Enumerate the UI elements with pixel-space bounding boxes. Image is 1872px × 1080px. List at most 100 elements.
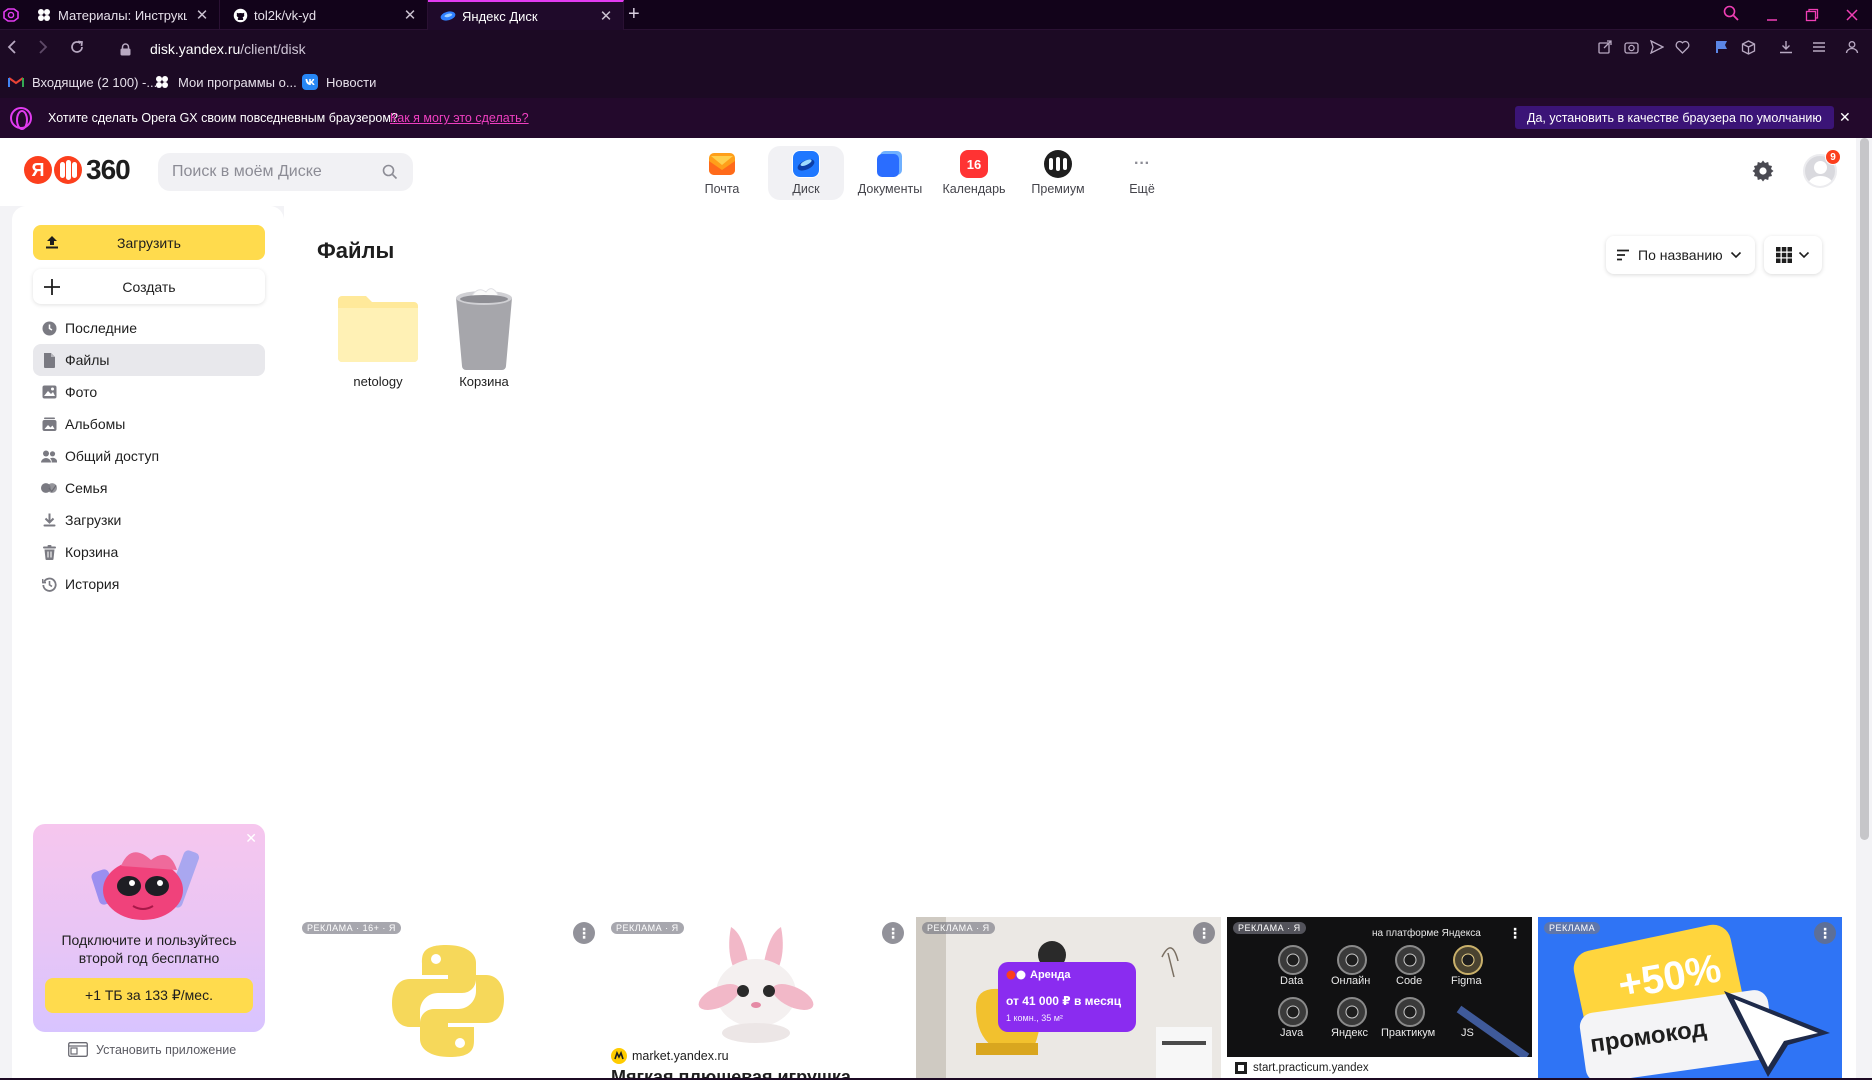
sidebar-item-label: Фото <box>65 384 98 400</box>
calendar-day: 16 <box>966 156 982 172</box>
sidebar-item-photo[interactable]: Фото <box>33 376 265 408</box>
install-app-label: Установить приложение <box>96 1042 237 1057</box>
promo-buy-button[interactable]: +1 ТБ за 133 ₽/мес. <box>45 978 253 1013</box>
close-tab-icon[interactable]: ✕ <box>403 6 417 24</box>
close-banner-icon[interactable]: ✕ <box>1839 109 1851 126</box>
tab-materials[interactable]: Материалы: Инструкция д ✕ <box>24 0 220 30</box>
bookmarks-bar: Входящие (2 100) -... Мои программы о...… <box>0 68 1872 98</box>
close-tab-icon[interactable]: ✕ <box>195 6 209 24</box>
page-scrollbar[interactable] <box>1856 138 1872 1078</box>
bookmark-programs[interactable]: Мои программы о... <box>154 74 297 90</box>
market-logo-icon <box>611 1048 627 1064</box>
send-icon[interactable] <box>1650 40 1664 54</box>
install-app-link[interactable]: Установить приложение <box>68 1042 236 1057</box>
forward-icon[interactable] <box>36 39 50 55</box>
search-icon[interactable] <box>382 164 398 180</box>
opera-logo-icon <box>10 107 32 130</box>
more-vertical-icon[interactable]: ⋮ <box>573 922 595 944</box>
service-more[interactable]: ··· Ещё <box>1104 146 1180 200</box>
box-icon[interactable] <box>1741 40 1756 55</box>
file-name: Корзина <box>459 374 509 389</box>
sidebar-item-history[interactable]: История <box>33 568 265 600</box>
sidebar-item-family[interactable]: Семья <box>33 472 265 504</box>
service-label: Ещё <box>1129 182 1155 196</box>
bookmark-label: Мои программы о... <box>178 74 297 90</box>
sidebar-item-recent[interactable]: Последние <box>33 312 265 344</box>
tab-github[interactable]: tol2k/vk-yd ✕ <box>220 0 428 30</box>
menu-icon[interactable] <box>1812 40 1826 54</box>
service-premium[interactable]: Премиум <box>1020 146 1096 200</box>
file-icon <box>41 352 57 368</box>
sidebar-item-albums[interactable]: Альбомы <box>33 408 265 440</box>
github-favicon-icon <box>232 7 248 23</box>
sidebar-item-label: Загрузки <box>65 512 122 528</box>
flag-icon[interactable] <box>1714 40 1729 54</box>
yandex-360-logo[interactable]: Я 360 <box>24 154 131 186</box>
page-viewport: Я 360 Почта Диск Документы 16 Календарь … <box>0 138 1872 1078</box>
file-item-folder[interactable]: netology <box>330 286 426 389</box>
search-input[interactable] <box>158 153 413 191</box>
ad-card-rent[interactable]: РЕКЛАМА · Я ⋮ Аренда от 41 000 ₽ в месяц… <box>916 917 1221 1078</box>
page-title: Файлы <box>317 238 395 263</box>
download-icon[interactable] <box>1779 40 1793 54</box>
close-tab-icon[interactable]: ✕ <box>599 7 613 25</box>
tab-yandex-disk[interactable]: Яндекс Диск ✕ <box>428 0 624 30</box>
promocode-banner-icon <box>1538 917 1842 1078</box>
ad-card-market[interactable]: РЕКЛАМА · Я ⋮ market.yandex.ru Мягкая пл… <box>605 917 910 1078</box>
ad-card-python[interactable]: РЕКЛАМА · 16+ · Я ⋮ <box>296 917 601 1078</box>
upload-label: Загрузить <box>117 234 181 251</box>
desktop-app-icon <box>68 1042 88 1057</box>
promo-banner[interactable]: ✕ Подключите и пользуйтесь второй год бе… <box>33 824 265 1032</box>
share-icon[interactable] <box>1598 40 1612 54</box>
service-calendar[interactable]: 16 Календарь <box>936 146 1012 200</box>
lock-icon[interactable] <box>120 43 131 56</box>
sidebar-item-downloads[interactable]: Загрузки <box>33 504 265 536</box>
minimize-icon[interactable] <box>1765 9 1779 23</box>
service-mail[interactable]: Почта <box>684 146 760 200</box>
file-item-trash[interactable]: Корзина <box>436 286 532 389</box>
upload-button[interactable]: Загрузить <box>33 225 265 260</box>
banner-howto-link[interactable]: Как я могу это сделать? <box>390 111 529 125</box>
url-field[interactable]: disk.yandex.ru/client/disk <box>150 41 306 57</box>
logo-dots-icon <box>54 156 82 184</box>
sort-icon <box>1617 249 1629 261</box>
sidebar-item-trash[interactable]: Корзина <box>33 536 265 568</box>
more-icon: ··· <box>1134 155 1150 172</box>
new-tab-button[interactable]: + <box>628 3 640 26</box>
rent-details: 1 комн., 35 м² <box>1006 1013 1063 1023</box>
url-path: /client/disk <box>240 41 306 57</box>
more-vertical-icon[interactable]: ⋮ <box>1193 922 1215 944</box>
more-vertical-icon[interactable]: ⋮ <box>882 922 904 944</box>
camera-icon[interactable] <box>1624 40 1639 54</box>
course-label: Онлайн <box>1331 975 1371 987</box>
banner-question: Хотите сделать Opera GX своим повседневн… <box>48 111 398 125</box>
view-mode-dropdown[interactable] <box>1764 236 1822 274</box>
search-tabs-icon[interactable] <box>1723 5 1739 21</box>
restore-icon[interactable] <box>1805 8 1819 22</box>
ad-card-promocode[interactable]: РЕКЛАМА ⋮ +50% промокод <box>1538 917 1842 1078</box>
profile-icon[interactable] <box>1845 40 1859 54</box>
back-icon[interactable] <box>5 39 19 55</box>
close-window-icon[interactable] <box>1845 8 1859 22</box>
create-button[interactable]: Создать <box>33 269 265 304</box>
sidebar: Загрузить Создать Последние Файлы Фото А… <box>12 206 284 1078</box>
gear-icon[interactable] <box>1751 159 1775 183</box>
sidebar-item-files[interactable]: Файлы <box>33 344 265 376</box>
reload-icon[interactable] <box>69 39 85 55</box>
file-name: netology <box>353 374 403 389</box>
netology-favicon-icon <box>36 7 52 23</box>
more-vertical-icon[interactable]: ⋮ <box>1814 922 1836 944</box>
opera-gx-menu-icon[interactable] <box>2 6 20 24</box>
service-documents[interactable]: Документы <box>852 146 928 200</box>
sort-dropdown[interactable]: По названию <box>1606 236 1755 274</box>
bookmark-gmail[interactable]: Входящие (2 100) -... <box>8 74 157 90</box>
sidebar-item-shared[interactable]: Общий доступ <box>33 440 265 472</box>
heart-icon[interactable] <box>1675 40 1690 54</box>
set-default-browser-button[interactable]: Да, установить в качестве браузера по ум… <box>1515 106 1834 129</box>
service-disk[interactable]: Диск <box>768 146 844 200</box>
bookmark-news[interactable]: Новости <box>302 74 376 90</box>
photo-icon <box>41 384 57 400</box>
scrollbar-thumb[interactable] <box>1860 138 1869 840</box>
close-promo-icon[interactable]: ✕ <box>245 830 257 847</box>
ad-card-practicum[interactable]: РЕКЛАМА · Я ⋮ на платформе Яндекса Data … <box>1227 917 1532 1078</box>
